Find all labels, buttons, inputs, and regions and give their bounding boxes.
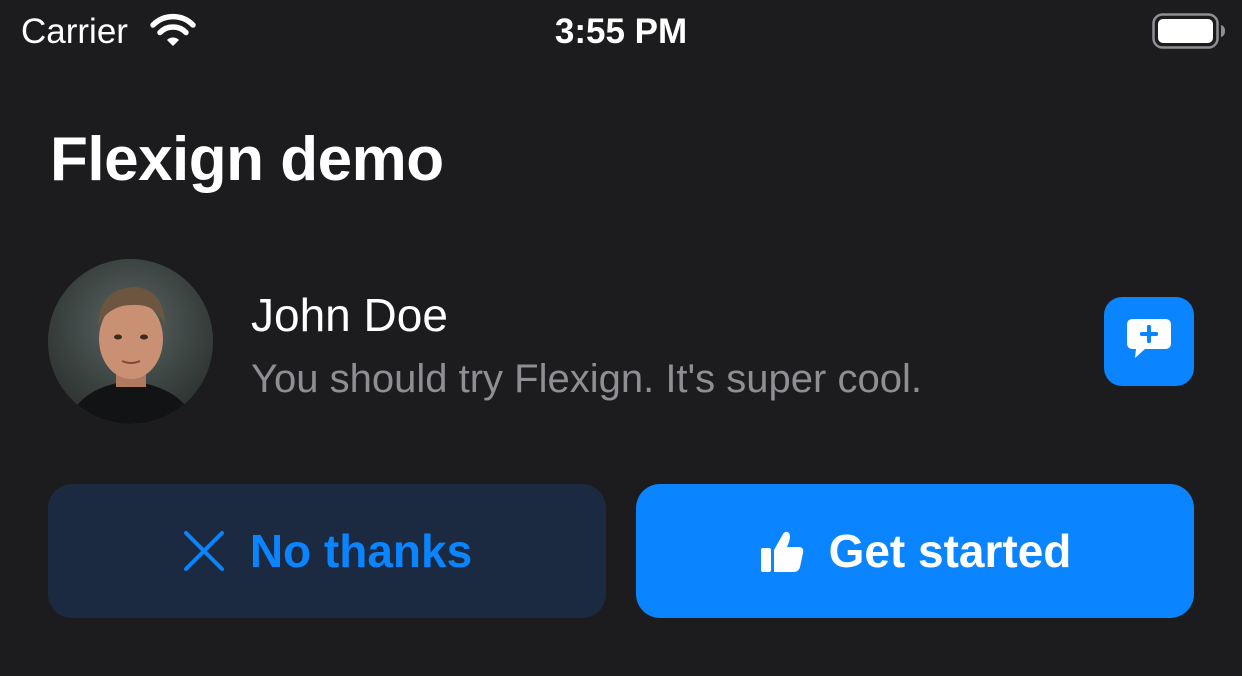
thumbs-up-icon: [759, 528, 805, 574]
battery-icon: [1152, 13, 1226, 49]
close-icon: [182, 529, 226, 573]
post-message: You should try Flexign. It's super cool.: [251, 357, 922, 401]
status-bar: Carrier 3:55 PM: [0, 0, 1242, 64]
add-comment-button[interactable]: [1104, 297, 1194, 386]
get-started-button[interactable]: Get started: [636, 484, 1194, 618]
add-comment-icon: [1125, 317, 1173, 366]
status-time: 3:55 PM: [554, 12, 688, 51]
no-thanks-label: No thanks: [249, 525, 473, 577]
get-started-label: Get started: [828, 525, 1072, 577]
avatar: [48, 259, 213, 424]
author-name: John Doe: [251, 289, 448, 341]
page-title: Flexign demo: [50, 125, 444, 194]
no-thanks-button[interactable]: No thanks: [48, 484, 606, 618]
